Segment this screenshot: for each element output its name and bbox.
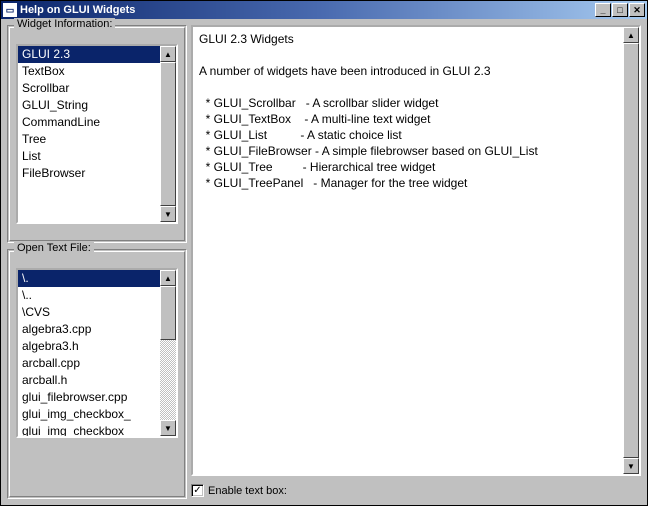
app-window: ▭ Help on GLUI Widgets _ □ ✕ Widget Info… [0, 0, 648, 506]
text-scrollbar[interactable]: ▲ ▼ [623, 27, 639, 474]
list-item[interactable]: List [18, 148, 160, 165]
list-item[interactable]: \. [18, 270, 160, 287]
scroll-down-icon[interactable]: ▼ [160, 420, 176, 436]
file-list[interactable]: \.\..\CVSalgebra3.cppalgebra3.harcball.c… [18, 270, 160, 436]
scroll-down-icon[interactable]: ▼ [160, 206, 176, 222]
list-item[interactable]: \CVS [18, 304, 160, 321]
scroll-up-icon[interactable]: ▲ [623, 27, 639, 43]
open-file-group: Open Text File: \.\..\CVSalgebra3.cppalg… [7, 249, 187, 499]
widget-info-group: Widget Information: GLUI 2.3TextBoxScrol… [7, 25, 187, 243]
list-item[interactable]: Tree [18, 131, 160, 148]
list-item[interactable]: FileBrowser [18, 165, 160, 182]
close-button[interactable]: ✕ [629, 3, 645, 17]
list-item[interactable]: \.. [18, 287, 160, 304]
list-item[interactable]: GLUI 2.3 [18, 46, 160, 63]
widget-info-label: Widget Information: [14, 18, 115, 30]
text-content: GLUI 2.3 Widgets A number of widgets hav… [193, 27, 623, 474]
list-item[interactable]: arcball.h [18, 372, 160, 389]
text-view[interactable]: GLUI 2.3 Widgets A number of widgets hav… [191, 25, 641, 476]
scroll-up-icon[interactable]: ▲ [160, 270, 176, 286]
widget-list-scrollbar[interactable]: ▲ ▼ [160, 46, 176, 222]
list-item[interactable]: GLUI_String [18, 97, 160, 114]
content-area: Widget Information: GLUI 2.3TextBoxScrol… [1, 19, 647, 505]
list-item[interactable]: TextBox [18, 63, 160, 80]
open-file-label: Open Text File: [14, 242, 94, 254]
list-item[interactable]: glui_img_checkbox_ [18, 406, 160, 423]
window-title: Help on GLUI Widgets [20, 4, 595, 16]
minimize-button[interactable]: _ [595, 3, 611, 17]
maximize-button[interactable]: □ [612, 3, 628, 17]
file-list-scrollbar[interactable]: ▲ ▼ [160, 270, 176, 436]
enable-textbox-checkbox[interactable]: ✓ [191, 484, 204, 497]
scroll-down-icon[interactable]: ▼ [623, 458, 639, 474]
scroll-up-icon[interactable]: ▲ [160, 46, 176, 62]
widget-list[interactable]: GLUI 2.3TextBoxScrollbarGLUI_StringComma… [18, 46, 160, 222]
list-item[interactable]: algebra3.cpp [18, 321, 160, 338]
app-icon: ▭ [3, 3, 17, 17]
enable-textbox-row[interactable]: ✓ Enable text box: [191, 482, 641, 499]
list-item[interactable]: CommandLine [18, 114, 160, 131]
enable-textbox-label: Enable text box: [208, 485, 287, 497]
titlebar[interactable]: ▭ Help on GLUI Widgets _ □ ✕ [1, 1, 647, 19]
list-item[interactable]: glui_filebrowser.cpp [18, 389, 160, 406]
list-item[interactable]: Scrollbar [18, 80, 160, 97]
list-item[interactable]: glui_img_checkbox_ [18, 423, 160, 436]
list-item[interactable]: arcball.cpp [18, 355, 160, 372]
list-item[interactable]: algebra3.h [18, 338, 160, 355]
